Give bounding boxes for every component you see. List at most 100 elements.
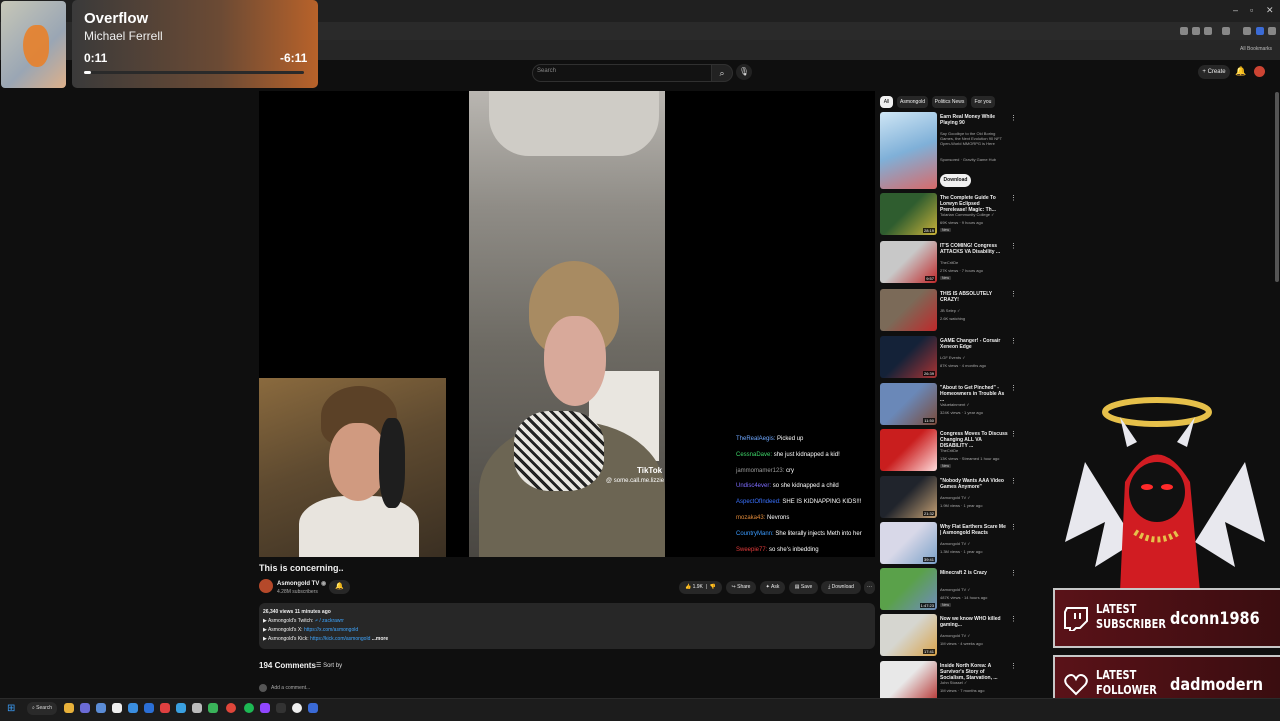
download-button[interactable]: ⤓ Download bbox=[821, 581, 861, 594]
video-title-link[interactable]: "Nobody Wants AAA Video Games Anymore" bbox=[940, 478, 1008, 490]
video-channel[interactable]: Asmongold TV ✓ bbox=[940, 587, 971, 592]
notification-bell-button[interactable]: 🔔 bbox=[329, 580, 350, 594]
ad-download-button[interactable]: Download bbox=[940, 174, 971, 187]
video-more-icon[interactable]: ⋮ bbox=[1010, 337, 1017, 345]
app-icon[interactable] bbox=[160, 703, 170, 713]
video-more-icon[interactable]: ⋮ bbox=[1010, 430, 1017, 438]
video-more-icon[interactable]: ⋮ bbox=[1010, 384, 1017, 392]
video-title-link[interactable]: GAME Changer! - Corsair Xeneon Edge bbox=[940, 338, 1008, 350]
video-channel[interactable]: Valuetainment ✓ bbox=[940, 402, 970, 407]
ad-thumbnail[interactable] bbox=[880, 112, 937, 189]
video-more-icon[interactable]: ⋮ bbox=[1010, 242, 1017, 250]
obs-icon[interactable] bbox=[292, 703, 302, 713]
app-icon[interactable] bbox=[192, 703, 202, 713]
windows-start-icon[interactable]: ⊞ bbox=[7, 703, 15, 714]
video-title-link[interactable]: THIS IS ABSOLUTELY CRAZY! bbox=[940, 291, 1008, 303]
save-button[interactable]: ▤ Save bbox=[789, 581, 818, 594]
profile-icon[interactable] bbox=[1243, 27, 1251, 35]
video-more-icon[interactable]: ⋮ bbox=[1010, 662, 1017, 670]
x-link[interactable]: https://x.com/asmongold bbox=[304, 627, 358, 633]
app-icon[interactable] bbox=[144, 703, 154, 713]
voice-search-button[interactable]: 🎙 bbox=[736, 64, 752, 80]
video-channel[interactable]: TheCritDe bbox=[940, 260, 958, 265]
video-thumbnail[interactable] bbox=[880, 429, 937, 471]
sort-by-button[interactable]: ☰ Sort by bbox=[316, 662, 342, 669]
app-icon[interactable] bbox=[128, 703, 138, 713]
video-title-link[interactable]: Now we know WHO killed gaming... bbox=[940, 616, 1008, 628]
chip-politics-news[interactable]: Politics News bbox=[932, 96, 967, 108]
video-title-link[interactable]: IT'S COMING! Congress ATTACKS VA Disabil… bbox=[940, 243, 1008, 255]
teams-icon[interactable] bbox=[80, 703, 90, 713]
twitch-link[interactable]: 🗲 / zackrawrr bbox=[315, 618, 344, 624]
ad-more-icon[interactable]: ⋮ bbox=[1010, 114, 1017, 122]
video-title-link[interactable]: Inside North Korea: A Survivor's Story o… bbox=[940, 663, 1008, 681]
account-badge-icon[interactable] bbox=[1256, 27, 1264, 35]
ask-button[interactable]: ✦ Ask bbox=[760, 581, 785, 594]
create-button[interactable]: + Create bbox=[1198, 65, 1230, 79]
app-icon[interactable] bbox=[308, 703, 318, 713]
taskbar-search-button[interactable]: ⌕ Search bbox=[27, 702, 57, 715]
search-input[interactable] bbox=[532, 64, 712, 82]
chip-asmongold[interactable]: Asmongold bbox=[897, 96, 928, 108]
share-button[interactable]: ↪ Share bbox=[726, 581, 756, 594]
all-bookmarks-link[interactable]: All Bookmarks bbox=[1240, 46, 1272, 52]
bell-icon[interactable]: 🔔 bbox=[1235, 66, 1246, 77]
app-icon[interactable] bbox=[112, 703, 122, 713]
video-thumbnail[interactable]: 21:32 bbox=[880, 476, 937, 518]
app-icon[interactable] bbox=[176, 703, 186, 713]
star-icon[interactable] bbox=[1204, 27, 1212, 35]
video-channel[interactable]: Tolarian Community College ✓ bbox=[940, 212, 994, 217]
extensions-puzzle-icon[interactable] bbox=[1222, 27, 1230, 35]
video-more-icon[interactable]: ⋮ bbox=[1010, 290, 1017, 298]
menu-dots-icon[interactable] bbox=[1268, 27, 1276, 35]
video-more-icon[interactable]: ⋮ bbox=[1010, 569, 1017, 577]
description-box[interactable] bbox=[259, 603, 875, 649]
like-dislike-group[interactable]: 👍 1.9K | 👎 bbox=[679, 581, 722, 594]
extension-icon[interactable] bbox=[1180, 27, 1188, 35]
video-channel[interactable]: JB Selep ✓ bbox=[940, 308, 960, 313]
avatar[interactable] bbox=[1254, 66, 1265, 77]
app-icon[interactable] bbox=[208, 703, 218, 713]
video-title-link[interactable]: Congress Moves To Discuss Changing ALL V… bbox=[940, 431, 1008, 449]
video-more-icon[interactable]: ⋮ bbox=[1010, 615, 1017, 623]
video-thumbnail[interactable]: 26:39 bbox=[880, 336, 937, 378]
video-channel[interactable]: Asmongold TV ✓ bbox=[940, 633, 971, 638]
video-thumbnail[interactable]: 39:41 bbox=[880, 522, 937, 564]
search-button[interactable]: ⌕ bbox=[711, 64, 733, 82]
description-more[interactable]: ...more bbox=[372, 636, 388, 642]
video-thumbnail[interactable] bbox=[880, 661, 937, 703]
chip-all[interactable]: All bbox=[880, 96, 893, 108]
video-more-icon[interactable]: ⋮ bbox=[1010, 194, 1017, 202]
minimize-button[interactable]: – bbox=[1233, 5, 1238, 15]
channel-avatar[interactable] bbox=[259, 579, 273, 593]
video-thumbnail[interactable]: 1:47:23 bbox=[880, 568, 937, 610]
kick-link[interactable]: https://kick.com/asmongold bbox=[310, 636, 370, 642]
video-title-link[interactable]: "About to Get Pinched" - Homeowners in T… bbox=[940, 385, 1008, 403]
spotify-icon[interactable] bbox=[244, 703, 254, 713]
video-more-icon[interactable]: ⋮ bbox=[1010, 477, 1017, 485]
ad-title[interactable]: Earn Real Money While Playing 90 bbox=[940, 114, 1008, 126]
close-window-button[interactable]: ✕ bbox=[1266, 5, 1274, 16]
channel-name[interactable]: Asmongold TV ◉ bbox=[277, 580, 326, 587]
video-thumbnail[interactable]: 28:19 bbox=[880, 193, 937, 235]
video-thumbnail[interactable]: 17:41 bbox=[880, 614, 937, 656]
file-explorer-icon[interactable] bbox=[64, 703, 74, 713]
video-channel[interactable]: Asmongold TV ✓ bbox=[940, 541, 971, 546]
video-title-link[interactable]: Minecraft 2 is Crazy bbox=[940, 570, 1008, 576]
video-channel[interactable]: LGF Events ✓ bbox=[940, 355, 966, 360]
more-actions-button[interactable]: ··· bbox=[864, 581, 875, 594]
video-thumbnail[interactable]: 11:50 bbox=[880, 383, 937, 425]
app-icon[interactable] bbox=[276, 703, 286, 713]
video-title-link[interactable]: The Complete Guide To Lorwyn Eclipsed Pr… bbox=[940, 195, 1008, 213]
add-comment-input[interactable]: Add a comment... bbox=[271, 685, 310, 691]
chip-for-you[interactable]: For you bbox=[971, 96, 995, 108]
zoom-icon[interactable] bbox=[1192, 27, 1200, 35]
app-icon[interactable] bbox=[96, 703, 106, 713]
video-thumbnail[interactable] bbox=[880, 289, 937, 331]
video-title-link[interactable]: Why Flat Earthers Scare Me | Asmongold R… bbox=[940, 524, 1008, 536]
chrome-icon[interactable] bbox=[226, 703, 236, 713]
maximize-button[interactable]: ▫ bbox=[1250, 5, 1253, 15]
video-thumbnail[interactable]: 9:57 bbox=[880, 241, 937, 283]
video-more-icon[interactable]: ⋮ bbox=[1010, 523, 1017, 531]
scrollbar[interactable] bbox=[1275, 92, 1279, 282]
